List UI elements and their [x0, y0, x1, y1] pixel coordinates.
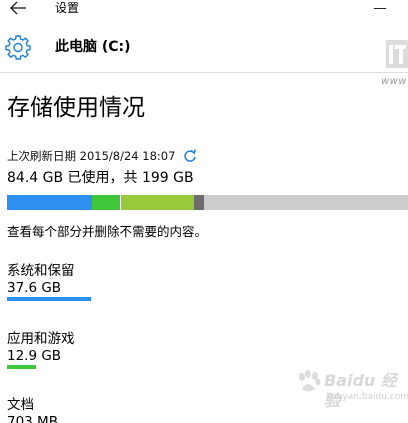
category-size: 703 MB — [7, 414, 58, 423]
brand-logo — [386, 40, 408, 68]
last-refresh-label: 上次刷新日期 2015/8/24 18:07 — [7, 149, 176, 163]
category-name: 应用和游戏 — [7, 331, 75, 347]
back-arrow-icon[interactable] — [8, 0, 30, 18]
gear-icon — [5, 35, 31, 60]
usage-summary: 84.4 GB 已使用，共 199 GB — [7, 170, 194, 186]
category-usage-line — [7, 365, 36, 369]
usage-segment — [194, 195, 204, 210]
refresh-row: 上次刷新日期 2015/8/24 18:07 — [7, 148, 197, 164]
category-documents[interactable]: 文档 703 MB — [7, 397, 58, 423]
refresh-icon[interactable] — [183, 149, 197, 163]
page-title: 此电脑 (C:) — [55, 39, 131, 55]
category-usage-line — [7, 297, 91, 301]
window-title: 设置 — [55, 1, 80, 15]
usage-segment — [121, 195, 194, 210]
category-size: 12.9 GB — [7, 348, 62, 364]
minimize-icon[interactable] — [374, 8, 386, 9]
hint-text: 查看每个部分并删除不需要的内容。 — [7, 224, 208, 239]
paw-icon — [299, 370, 321, 392]
storage-usage-bar — [7, 195, 408, 210]
page-header: 此电脑 (C:) www — [0, 20, 408, 87]
category-size: 37.6 GB — [7, 280, 62, 296]
category-name: 文档 — [7, 397, 34, 413]
title-bar: 设置 — [0, 0, 408, 20]
category-apps-games[interactable]: 应用和游戏 12.9 GB — [7, 331, 75, 369]
usage-segment — [7, 195, 92, 210]
brand-url: www — [381, 76, 408, 87]
baidu-watermark: Baidu 经验 jingyan.baidu.com — [290, 367, 408, 423]
category-name: 系统和保留 — [7, 263, 75, 279]
settings-window: 设置 此电脑 (C:) www 存储使用情况 上次刷新日期 2015/8/24 … — [0, 0, 408, 423]
watermark-text: Baidu 经验 — [324, 371, 397, 410]
storage-usage-heading: 存储使用情况 — [7, 95, 145, 121]
category-system-reserved[interactable]: 系统和保留 37.6 GB — [7, 263, 91, 301]
watermark-subtext: jingyan.baidu.com — [326, 392, 408, 402]
usage-segment — [92, 195, 120, 210]
